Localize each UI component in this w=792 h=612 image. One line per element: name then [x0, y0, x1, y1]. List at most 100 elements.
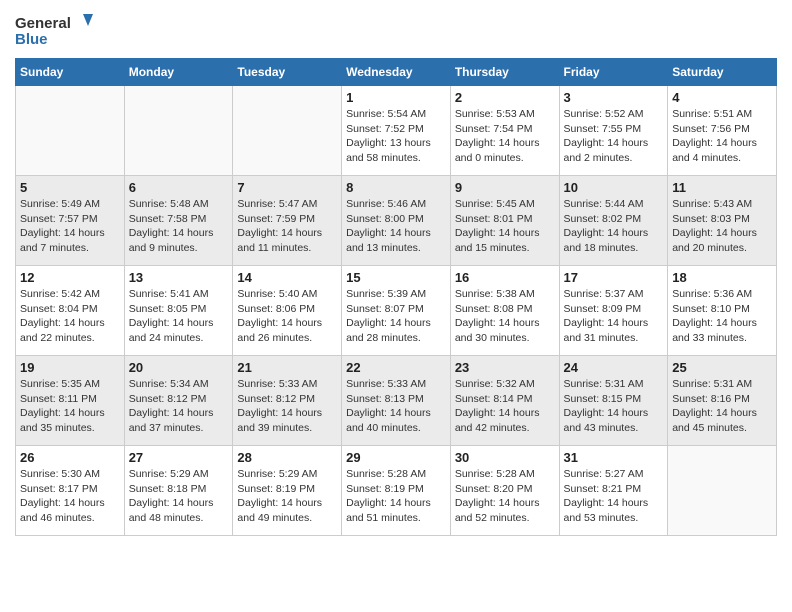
day-number: 16 — [455, 270, 555, 285]
calendar-cell: 20 Sunrise: 5:34 AM Sunset: 8:12 PM Dayli… — [124, 356, 233, 446]
svg-text:Blue: Blue — [15, 31, 48, 48]
day-info: Sunrise: 5:28 AM Sunset: 8:20 PM Dayligh… — [455, 467, 555, 526]
week-row-2: 5 Sunrise: 5:49 AM Sunset: 7:57 PM Daylig… — [16, 176, 777, 266]
day-number: 8 — [346, 180, 446, 195]
weekday-header-saturday: Saturday — [668, 59, 777, 86]
day-info: Sunrise: 5:35 AM Sunset: 8:11 PM Dayligh… — [20, 377, 120, 436]
day-number: 21 — [237, 360, 337, 375]
calendar-cell: 30 Sunrise: 5:28 AM Sunset: 8:20 PM Dayli… — [450, 446, 559, 536]
day-number: 12 — [20, 270, 120, 285]
day-number: 11 — [672, 180, 772, 195]
day-info: Sunrise: 5:42 AM Sunset: 8:04 PM Dayligh… — [20, 287, 120, 346]
calendar-cell — [233, 86, 342, 176]
calendar-cell: 15 Sunrise: 5:39 AM Sunset: 8:07 PM Dayli… — [342, 266, 451, 356]
calendar-cell: 27 Sunrise: 5:29 AM Sunset: 8:18 PM Dayli… — [124, 446, 233, 536]
day-info: Sunrise: 5:44 AM Sunset: 8:02 PM Dayligh… — [564, 197, 664, 256]
calendar-cell: 5 Sunrise: 5:49 AM Sunset: 7:57 PM Daylig… — [16, 176, 125, 266]
day-number: 23 — [455, 360, 555, 375]
calendar-cell: 28 Sunrise: 5:29 AM Sunset: 8:19 PM Dayli… — [233, 446, 342, 536]
day-info: Sunrise: 5:34 AM Sunset: 8:12 PM Dayligh… — [129, 377, 229, 436]
day-number: 2 — [455, 90, 555, 105]
calendar-cell: 9Sunrise: 5:45 AM Sunset: 8:01 PM Daylig… — [450, 176, 559, 266]
calendar-cell: 6 Sunrise: 5:48 AM Sunset: 7:58 PM Daylig… — [124, 176, 233, 266]
calendar-body: 1Sunrise: 5:54 AM Sunset: 7:52 PM Daylig… — [16, 86, 777, 536]
day-number: 18 — [672, 270, 772, 285]
weekday-header-monday: Monday — [124, 59, 233, 86]
calendar-cell: 7 Sunrise: 5:47 AM Sunset: 7:59 PM Daylig… — [233, 176, 342, 266]
day-info: Sunrise: 5:39 AM Sunset: 8:07 PM Dayligh… — [346, 287, 446, 346]
calendar-cell: 3 Sunrise: 5:52 AM Sunset: 7:55 PM Daylig… — [559, 86, 668, 176]
calendar-cell: 2 Sunrise: 5:53 AM Sunset: 7:54 PM Daylig… — [450, 86, 559, 176]
day-number: 5 — [20, 180, 120, 195]
calendar-cell: 16Sunrise: 5:38 AM Sunset: 8:08 PM Dayli… — [450, 266, 559, 356]
calendar-cell: 31 Sunrise: 5:27 AM Sunset: 8:21 PM Dayli… — [559, 446, 668, 536]
day-info: Sunrise: 5:27 AM Sunset: 8:21 PM Dayligh… — [564, 467, 664, 526]
day-info: Sunrise: 5:54 AM Sunset: 7:52 PM Dayligh… — [346, 107, 446, 166]
day-info: Sunrise: 5:33 AM Sunset: 8:12 PM Dayligh… — [237, 377, 337, 436]
calendar-header: SundayMondayTuesdayWednesdayThursdayFrid… — [16, 59, 777, 86]
calendar-cell: 13 Sunrise: 5:41 AM Sunset: 8:05 PM Dayli… — [124, 266, 233, 356]
calendar-cell: 19 Sunrise: 5:35 AM Sunset: 8:11 PM Dayli… — [16, 356, 125, 446]
weekday-header-friday: Friday — [559, 59, 668, 86]
day-info: Sunrise: 5:29 AM Sunset: 8:19 PM Dayligh… — [237, 467, 337, 526]
day-number: 30 — [455, 450, 555, 465]
day-info: Sunrise: 5:51 AM Sunset: 7:56 PM Dayligh… — [672, 107, 772, 166]
day-info: Sunrise: 5:28 AM Sunset: 8:19 PM Dayligh… — [346, 467, 446, 526]
weekday-header-row: SundayMondayTuesdayWednesdayThursdayFrid… — [16, 59, 777, 86]
day-number: 22 — [346, 360, 446, 375]
day-info: Sunrise: 5:52 AM Sunset: 7:55 PM Dayligh… — [564, 107, 664, 166]
day-info: Sunrise: 5:43 AM Sunset: 8:03 PM Dayligh… — [672, 197, 772, 256]
logo: GeneralBlue — [15, 10, 95, 50]
day-number: 14 — [237, 270, 337, 285]
weekday-header-thursday: Thursday — [450, 59, 559, 86]
calendar-cell: 18 Sunrise: 5:36 AM Sunset: 8:10 PM Dayli… — [668, 266, 777, 356]
week-row-3: 12 Sunrise: 5:42 AM Sunset: 8:04 PM Dayli… — [16, 266, 777, 356]
day-number: 31 — [564, 450, 664, 465]
calendar-cell — [124, 86, 233, 176]
calendar-table: SundayMondayTuesdayWednesdayThursdayFrid… — [15, 58, 777, 536]
day-info: Sunrise: 5:36 AM Sunset: 8:10 PM Dayligh… — [672, 287, 772, 346]
day-number: 20 — [129, 360, 229, 375]
day-number: 10 — [564, 180, 664, 195]
calendar-cell: 17Sunrise: 5:37 AM Sunset: 8:09 PM Dayli… — [559, 266, 668, 356]
day-number: 25 — [672, 360, 772, 375]
calendar-cell: 1Sunrise: 5:54 AM Sunset: 7:52 PM Daylig… — [342, 86, 451, 176]
week-row-5: 26 Sunrise: 5:30 AM Sunset: 8:17 PM Dayli… — [16, 446, 777, 536]
day-number: 6 — [129, 180, 229, 195]
calendar-cell: 24Sunrise: 5:31 AM Sunset: 8:15 PM Dayli… — [559, 356, 668, 446]
day-number: 13 — [129, 270, 229, 285]
day-info: Sunrise: 5:31 AM Sunset: 8:15 PM Dayligh… — [564, 377, 664, 436]
day-number: 15 — [346, 270, 446, 285]
weekday-header-wednesday: Wednesday — [342, 59, 451, 86]
day-number: 27 — [129, 450, 229, 465]
day-info: Sunrise: 5:30 AM Sunset: 8:17 PM Dayligh… — [20, 467, 120, 526]
day-info: Sunrise: 5:29 AM Sunset: 8:18 PM Dayligh… — [129, 467, 229, 526]
calendar-cell: 21 Sunrise: 5:33 AM Sunset: 8:12 PM Dayli… — [233, 356, 342, 446]
day-info: Sunrise: 5:53 AM Sunset: 7:54 PM Dayligh… — [455, 107, 555, 166]
calendar-cell: 25 Sunrise: 5:31 AM Sunset: 8:16 PM Dayli… — [668, 356, 777, 446]
calendar-cell: 26 Sunrise: 5:30 AM Sunset: 8:17 PM Dayli… — [16, 446, 125, 536]
calendar-cell: 29 Sunrise: 5:28 AM Sunset: 8:19 PM Dayli… — [342, 446, 451, 536]
day-info: Sunrise: 5:31 AM Sunset: 8:16 PM Dayligh… — [672, 377, 772, 436]
day-number: 19 — [20, 360, 120, 375]
day-info: Sunrise: 5:49 AM Sunset: 7:57 PM Dayligh… — [20, 197, 120, 256]
day-number: 26 — [20, 450, 120, 465]
day-info: Sunrise: 5:33 AM Sunset: 8:13 PM Dayligh… — [346, 377, 446, 436]
calendar-cell: 22 Sunrise: 5:33 AM Sunset: 8:13 PM Dayli… — [342, 356, 451, 446]
day-info: Sunrise: 5:48 AM Sunset: 7:58 PM Dayligh… — [129, 197, 229, 256]
calendar-cell: 4Sunrise: 5:51 AM Sunset: 7:56 PM Daylig… — [668, 86, 777, 176]
day-info: Sunrise: 5:41 AM Sunset: 8:05 PM Dayligh… — [129, 287, 229, 346]
calendar-cell: 12 Sunrise: 5:42 AM Sunset: 8:04 PM Dayli… — [16, 266, 125, 356]
week-row-4: 19 Sunrise: 5:35 AM Sunset: 8:11 PM Dayli… — [16, 356, 777, 446]
calendar-cell: 11 Sunrise: 5:43 AM Sunset: 8:03 PM Dayli… — [668, 176, 777, 266]
page-header: GeneralBlue — [15, 10, 777, 50]
calendar-cell: 23Sunrise: 5:32 AM Sunset: 8:14 PM Dayli… — [450, 356, 559, 446]
day-number: 28 — [237, 450, 337, 465]
day-info: Sunrise: 5:40 AM Sunset: 8:06 PM Dayligh… — [237, 287, 337, 346]
day-info: Sunrise: 5:47 AM Sunset: 7:59 PM Dayligh… — [237, 197, 337, 256]
day-number: 3 — [564, 90, 664, 105]
day-number: 9 — [455, 180, 555, 195]
day-number: 7 — [237, 180, 337, 195]
day-number: 29 — [346, 450, 446, 465]
week-row-1: 1Sunrise: 5:54 AM Sunset: 7:52 PM Daylig… — [16, 86, 777, 176]
